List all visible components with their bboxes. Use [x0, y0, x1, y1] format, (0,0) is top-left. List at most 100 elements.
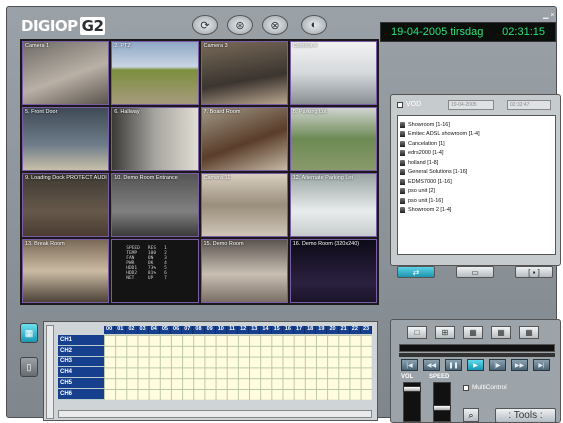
site-item[interactable]: pso unit [2] [400, 187, 553, 197]
camera-label: Camera 11 [203, 175, 231, 181]
rewind-button[interactable]: ◀◀ [423, 359, 440, 371]
volume-thumb[interactable] [403, 386, 421, 393]
play-button[interactable]: ▶ [467, 359, 484, 371]
view-switch-button[interactable]: ⇄ [397, 266, 435, 278]
camera-tile[interactable]: 12. Alternate Parking Lot [289, 173, 377, 237]
hour-label: 01 [115, 326, 127, 334]
skip-back-button[interactable]: |◀ [401, 359, 418, 371]
camera-tile[interactable]: 5. Front Door [22, 107, 110, 171]
site-icon [400, 150, 405, 157]
hour-label: 05 [159, 326, 172, 334]
layout-3x3-icon[interactable]: ▦ [463, 326, 483, 339]
camera-tile[interactable]: 6. Hallway [111, 107, 199, 171]
hour-label: 15 [271, 326, 283, 334]
playback-progress[interactable] [399, 353, 555, 357]
layout-2x2-icon[interactable]: ⊞ [435, 326, 455, 339]
camera-tile[interactable]: 15. Demo Room [200, 239, 288, 303]
site-label: EDMS7000 [1-16] [408, 178, 452, 185]
pause-button[interactable]: ❚❚ [445, 359, 462, 371]
schedule-cells[interactable] [104, 335, 372, 400]
speed-slider[interactable] [433, 382, 451, 422]
vol-label: VOL [401, 374, 414, 380]
vod-checkbox[interactable] [397, 101, 403, 108]
channel-label: CH2 [58, 345, 104, 357]
layout-1x1-icon[interactable]: □ [407, 326, 427, 339]
tools-button[interactable]: : Tools : [495, 408, 556, 423]
audio-icon[interactable]: ◐ [301, 15, 327, 35]
camera-tile[interactable]: 13. Break Room [22, 239, 110, 303]
hour-label: 14 [260, 326, 272, 334]
channel-label: CH5 [58, 378, 104, 389]
site-item[interactable]: Showroom [1-16] [400, 120, 553, 130]
speed-thumb[interactable] [433, 405, 451, 412]
hour-label: 02 [126, 326, 138, 334]
camera-tile[interactable]: Camera 4 [289, 41, 377, 105]
date-text: 19-04-2005 tirsdag [391, 26, 484, 38]
single-view-button[interactable]: ▭ [456, 266, 494, 278]
layout-5x5-icon[interactable]: ▦ [519, 326, 539, 339]
multicontrol-toggle[interactable]: MultiControl [463, 384, 507, 391]
site-item[interactable]: edrs2000 [1-4] [400, 149, 553, 159]
multicontrol-checkbox[interactable] [463, 384, 469, 391]
site-item[interactable]: General Solutions [1-16] [400, 168, 553, 178]
camera-tile[interactable]: Camera 1 [22, 41, 110, 105]
skip-end-button[interactable]: ▶| [533, 359, 550, 371]
hour-label: 16 [282, 326, 294, 334]
channel-label: CH4 [58, 367, 104, 379]
site-item[interactable]: Emitec ADSL showroom [1-4] [400, 130, 553, 140]
hour-label: 23 [360, 326, 373, 334]
vod-time-field[interactable]: 02:32:47 [507, 100, 551, 110]
site-label: Cancelation [1] [408, 140, 445, 147]
site-icon [400, 169, 405, 176]
schedule-grid-icon[interactable]: ▦ [20, 323, 38, 343]
logo-suffix: G2 [79, 17, 106, 35]
camera-label: 7. Board Room [203, 109, 241, 115]
site-item[interactable]: holland [1-8] [400, 158, 553, 168]
volume-slider[interactable] [403, 382, 421, 422]
schedule-horizontal-scrollbar[interactable] [58, 410, 372, 418]
camera-tile[interactable]: 10. Demo Room Entrance [111, 173, 199, 237]
camera-tile[interactable]: SPEED RES 1 TEMP 100 2 FAN ON 3 PWR OK 4… [111, 239, 199, 303]
search-icon[interactable]: ⌕ [463, 408, 479, 422]
site-item[interactable]: Cancelation [1] [400, 139, 553, 149]
camera-tile[interactable]: 8. Parking Lot [289, 107, 377, 171]
fast-forward-button[interactable]: ▶▶ [511, 359, 528, 371]
site-label: Showroom 2 [1-4] [408, 207, 452, 214]
search-mode-icon[interactable]: ⊗ [262, 15, 288, 35]
dvr-application-window: DIGIOP G2 ⟳ ⊛ ⊗ ◐ ▁ × 19-04-2005 tirsdag … [6, 6, 561, 423]
hour-label: 18 [305, 326, 317, 334]
hour-label: 04 [148, 326, 160, 334]
camera-tile[interactable]: 16. Demo Room (320x240) [289, 239, 377, 303]
hour-label: 11 [226, 326, 239, 334]
hour-label: 09 [204, 326, 216, 334]
window-controls[interactable]: ▁ × [543, 11, 554, 19]
playback-icon[interactable]: ⊛ [227, 15, 253, 35]
camera-tile[interactable]: 2. PTZ [111, 41, 199, 105]
channel-list: CH1 CH2 CH3 CH4 CH5 CH6 [58, 335, 104, 400]
fullscreen-button[interactable]: [ ▪ ] [515, 266, 553, 278]
layout-4x4-icon[interactable]: ▦ [491, 326, 511, 339]
camera-label: Camera 3 [203, 43, 228, 49]
site-icon [400, 159, 405, 166]
camera-tile[interactable]: Camera 11 [200, 173, 288, 237]
site-item[interactable]: EDMS7000 [1-16] [400, 177, 553, 187]
step-forward-button[interactable]: |▶ [489, 359, 506, 371]
recording-schedule: 00 01 02 03 04 05 06 07 08 09 10 11 12 13 14 15 16 17 18 19… [43, 321, 378, 421]
vod-toggle[interactable]: VOD [397, 101, 421, 108]
site-item[interactable]: pso unit [1-16] [400, 196, 553, 206]
camera-label: 12. Alternate Parking Lot [292, 175, 353, 181]
site-item[interactable]: Showroom 2 [1-4] [400, 206, 553, 216]
site-label: holland [1-8] [408, 159, 439, 166]
playback-timeline[interactable] [399, 344, 555, 352]
info-icon[interactable]: ▯ [20, 357, 38, 377]
camera-tile[interactable]: 7. Board Room [200, 107, 288, 171]
camera-tile[interactable]: Camera 3 [200, 41, 288, 105]
time-text: 02:31:15 [502, 26, 545, 38]
schedule-vertical-scrollbar[interactable] [46, 325, 54, 419]
hour-label: 06 [171, 326, 183, 334]
camera-label: 8. Parking Lot [292, 109, 327, 115]
vod-date-field[interactable]: 19-04-2005 [448, 100, 494, 110]
camera-tile[interactable]: 9. Loading Dock PROTECT AUDI [22, 173, 110, 237]
hour-label: 19 [316, 326, 328, 334]
live-view-icon[interactable]: ⟳ [192, 15, 218, 35]
